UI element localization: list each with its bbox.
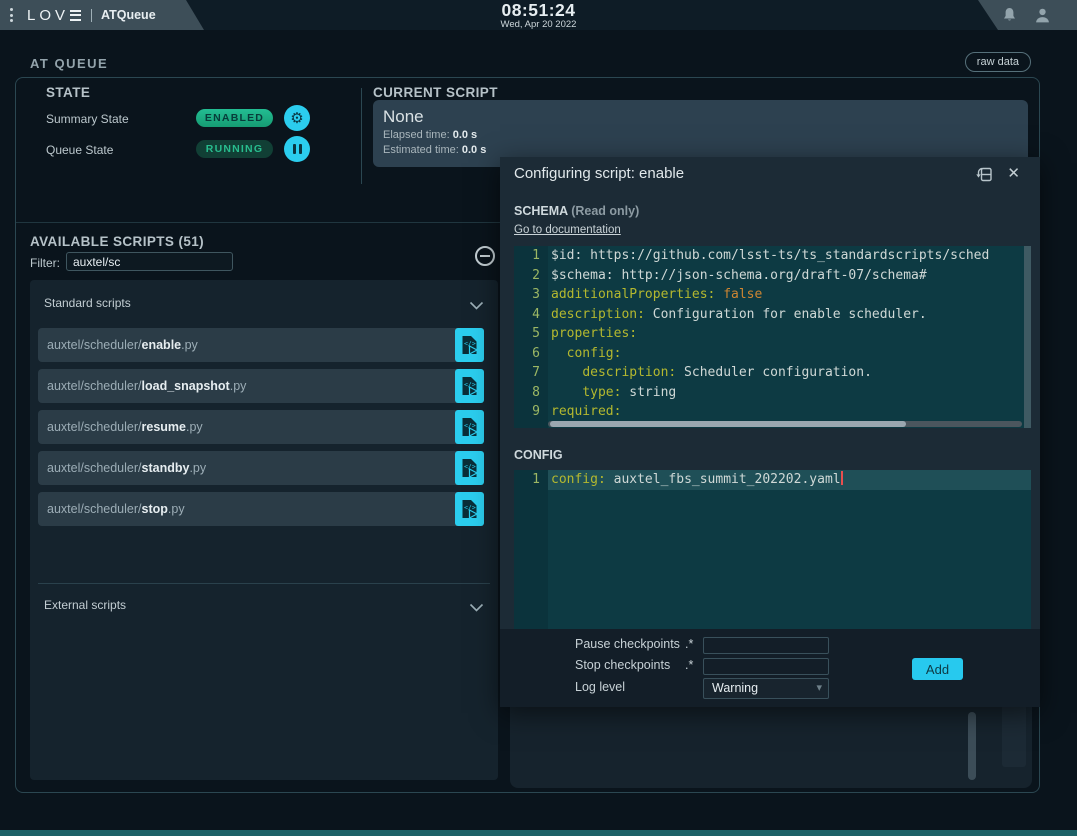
script-file-icon: </> (461, 499, 478, 519)
configure-script-button[interactable]: </> (455, 492, 484, 526)
log-level-label: Log level (575, 680, 625, 694)
panel-title: AT QUEUE (30, 56, 108, 71)
summary-state-badge: ENABLED (196, 109, 273, 127)
chevron-down-icon (469, 599, 484, 617)
pause-queue-button[interactable] (284, 136, 310, 162)
config-editor[interactable]: 1config: auxtel_fbs_summit_202202.yaml (514, 470, 1031, 629)
modal-footer: Pause checkpoints .* Stop checkpoints .*… (500, 629, 1040, 707)
current-script-title: CURRENT SCRIPT (373, 85, 498, 100)
available-scripts-panel: Standard scripts auxtel/scheduler/enable… (30, 280, 498, 780)
configure-script-modal: Configuring script: enable ✕ SCHEMA (Rea… (500, 157, 1040, 707)
gear-icon: ⚙ (290, 111, 303, 126)
schema-vertical-scrollbar[interactable] (1024, 246, 1031, 428)
estimated-time: Estimated time: 0.0 s (383, 143, 1018, 158)
script-row: auxtel/scheduler/enable.py </> (38, 328, 484, 362)
modal-title: Configuring script: enable (514, 165, 684, 182)
script-row: auxtel/scheduler/load_snapshot.py </> (38, 369, 484, 403)
schema-editor: 1$id: https://github.com/lsst-ts/ts_stan… (514, 246, 1031, 428)
config-code-lines: 1config: auxtel_fbs_summit_202202.yaml (514, 470, 1031, 490)
queue-side-strip (1002, 705, 1026, 767)
pause-icon (293, 144, 302, 154)
elapsed-time: Elapsed time: 0.0 s (383, 128, 1018, 143)
configure-script-button[interactable]: </> (455, 451, 484, 485)
script-file-icon: </> (461, 458, 478, 478)
standard-scripts-header[interactable]: Standard scripts (44, 294, 484, 314)
configure-script-button[interactable]: </> (455, 369, 484, 403)
schema-horizontal-scrollbar[interactable] (550, 421, 906, 427)
pause-checkpoints-input[interactable] (703, 637, 829, 654)
configure-script-button[interactable]: </> (455, 328, 484, 362)
stop-checkpoints-input[interactable] (703, 658, 829, 675)
detach-modal-icon[interactable] (975, 166, 994, 188)
chevron-down-icon: ▾ (816, 681, 822, 694)
script-file-icon: </> (461, 376, 478, 396)
queue-state-badge: RUNNING (196, 140, 273, 158)
script-file-icon: </> (461, 417, 478, 437)
script-row: auxtel/scheduler/stop.py </> (38, 492, 484, 526)
config-heading: CONFIG (514, 448, 563, 462)
script-row: auxtel/scheduler/standby.py </> (38, 451, 484, 485)
clock-time: 08:51:24 (0, 1, 1077, 20)
raw-data-button[interactable]: raw data (965, 52, 1031, 72)
script-file-icon: </> (461, 335, 478, 355)
clock: 08:51:24 Wed, Apr 20 2022 (0, 1, 1077, 30)
state-current-divider (361, 88, 362, 184)
schema-code-lines: 1$id: https://github.com/lsst-ts/ts_stan… (514, 246, 1031, 422)
standard-scripts-list: auxtel/scheduler/enable.py </> auxtel/sc… (38, 328, 484, 533)
filter-label: Filter: (30, 256, 60, 270)
schema-heading: SCHEMA (Read only) (514, 204, 639, 218)
queue-list-panel (510, 700, 1032, 788)
add-button[interactable]: Add (912, 658, 963, 680)
pause-checkpoints-hint: .* (685, 637, 693, 651)
available-scripts-title: AVAILABLE SCRIPTS (51) (30, 234, 204, 249)
clock-date: Wed, Apr 20 2022 (0, 20, 1077, 30)
log-level-select[interactable]: Warning ▾ (703, 678, 829, 699)
filter-input[interactable] (66, 252, 233, 271)
current-script-name: None (383, 106, 1018, 128)
chevron-down-icon (469, 297, 484, 315)
bottom-accent-bar (0, 830, 1077, 836)
pause-checkpoints-label: Pause checkpoints (575, 637, 680, 651)
editor-gutter (514, 470, 548, 629)
summary-state-settings-button[interactable]: ⚙ (284, 105, 310, 131)
user-icon[interactable] (1034, 7, 1051, 29)
collapse-panel-icon[interactable] (475, 246, 495, 266)
notifications-bell-icon[interactable] (1002, 7, 1017, 28)
close-icon[interactable]: ✕ (1007, 164, 1020, 182)
documentation-link[interactable]: Go to documentation (514, 224, 621, 236)
queue-state-label: Queue State (46, 143, 113, 157)
configure-script-button[interactable]: </> (455, 410, 484, 444)
queue-scrollbar[interactable] (968, 712, 976, 780)
stop-checkpoints-hint: .* (685, 658, 693, 672)
external-scripts-header[interactable]: External scripts (44, 596, 484, 616)
scripts-list-divider (38, 583, 490, 584)
stop-checkpoints-label: Stop checkpoints (575, 658, 670, 672)
summary-state-label: Summary State (46, 112, 129, 126)
script-row: auxtel/scheduler/resume.py </> (38, 410, 484, 444)
top-bar: LOV ATQueue 08:51:24 Wed, Apr 20 2022 (0, 0, 1077, 30)
state-section-title: STATE (46, 85, 90, 100)
